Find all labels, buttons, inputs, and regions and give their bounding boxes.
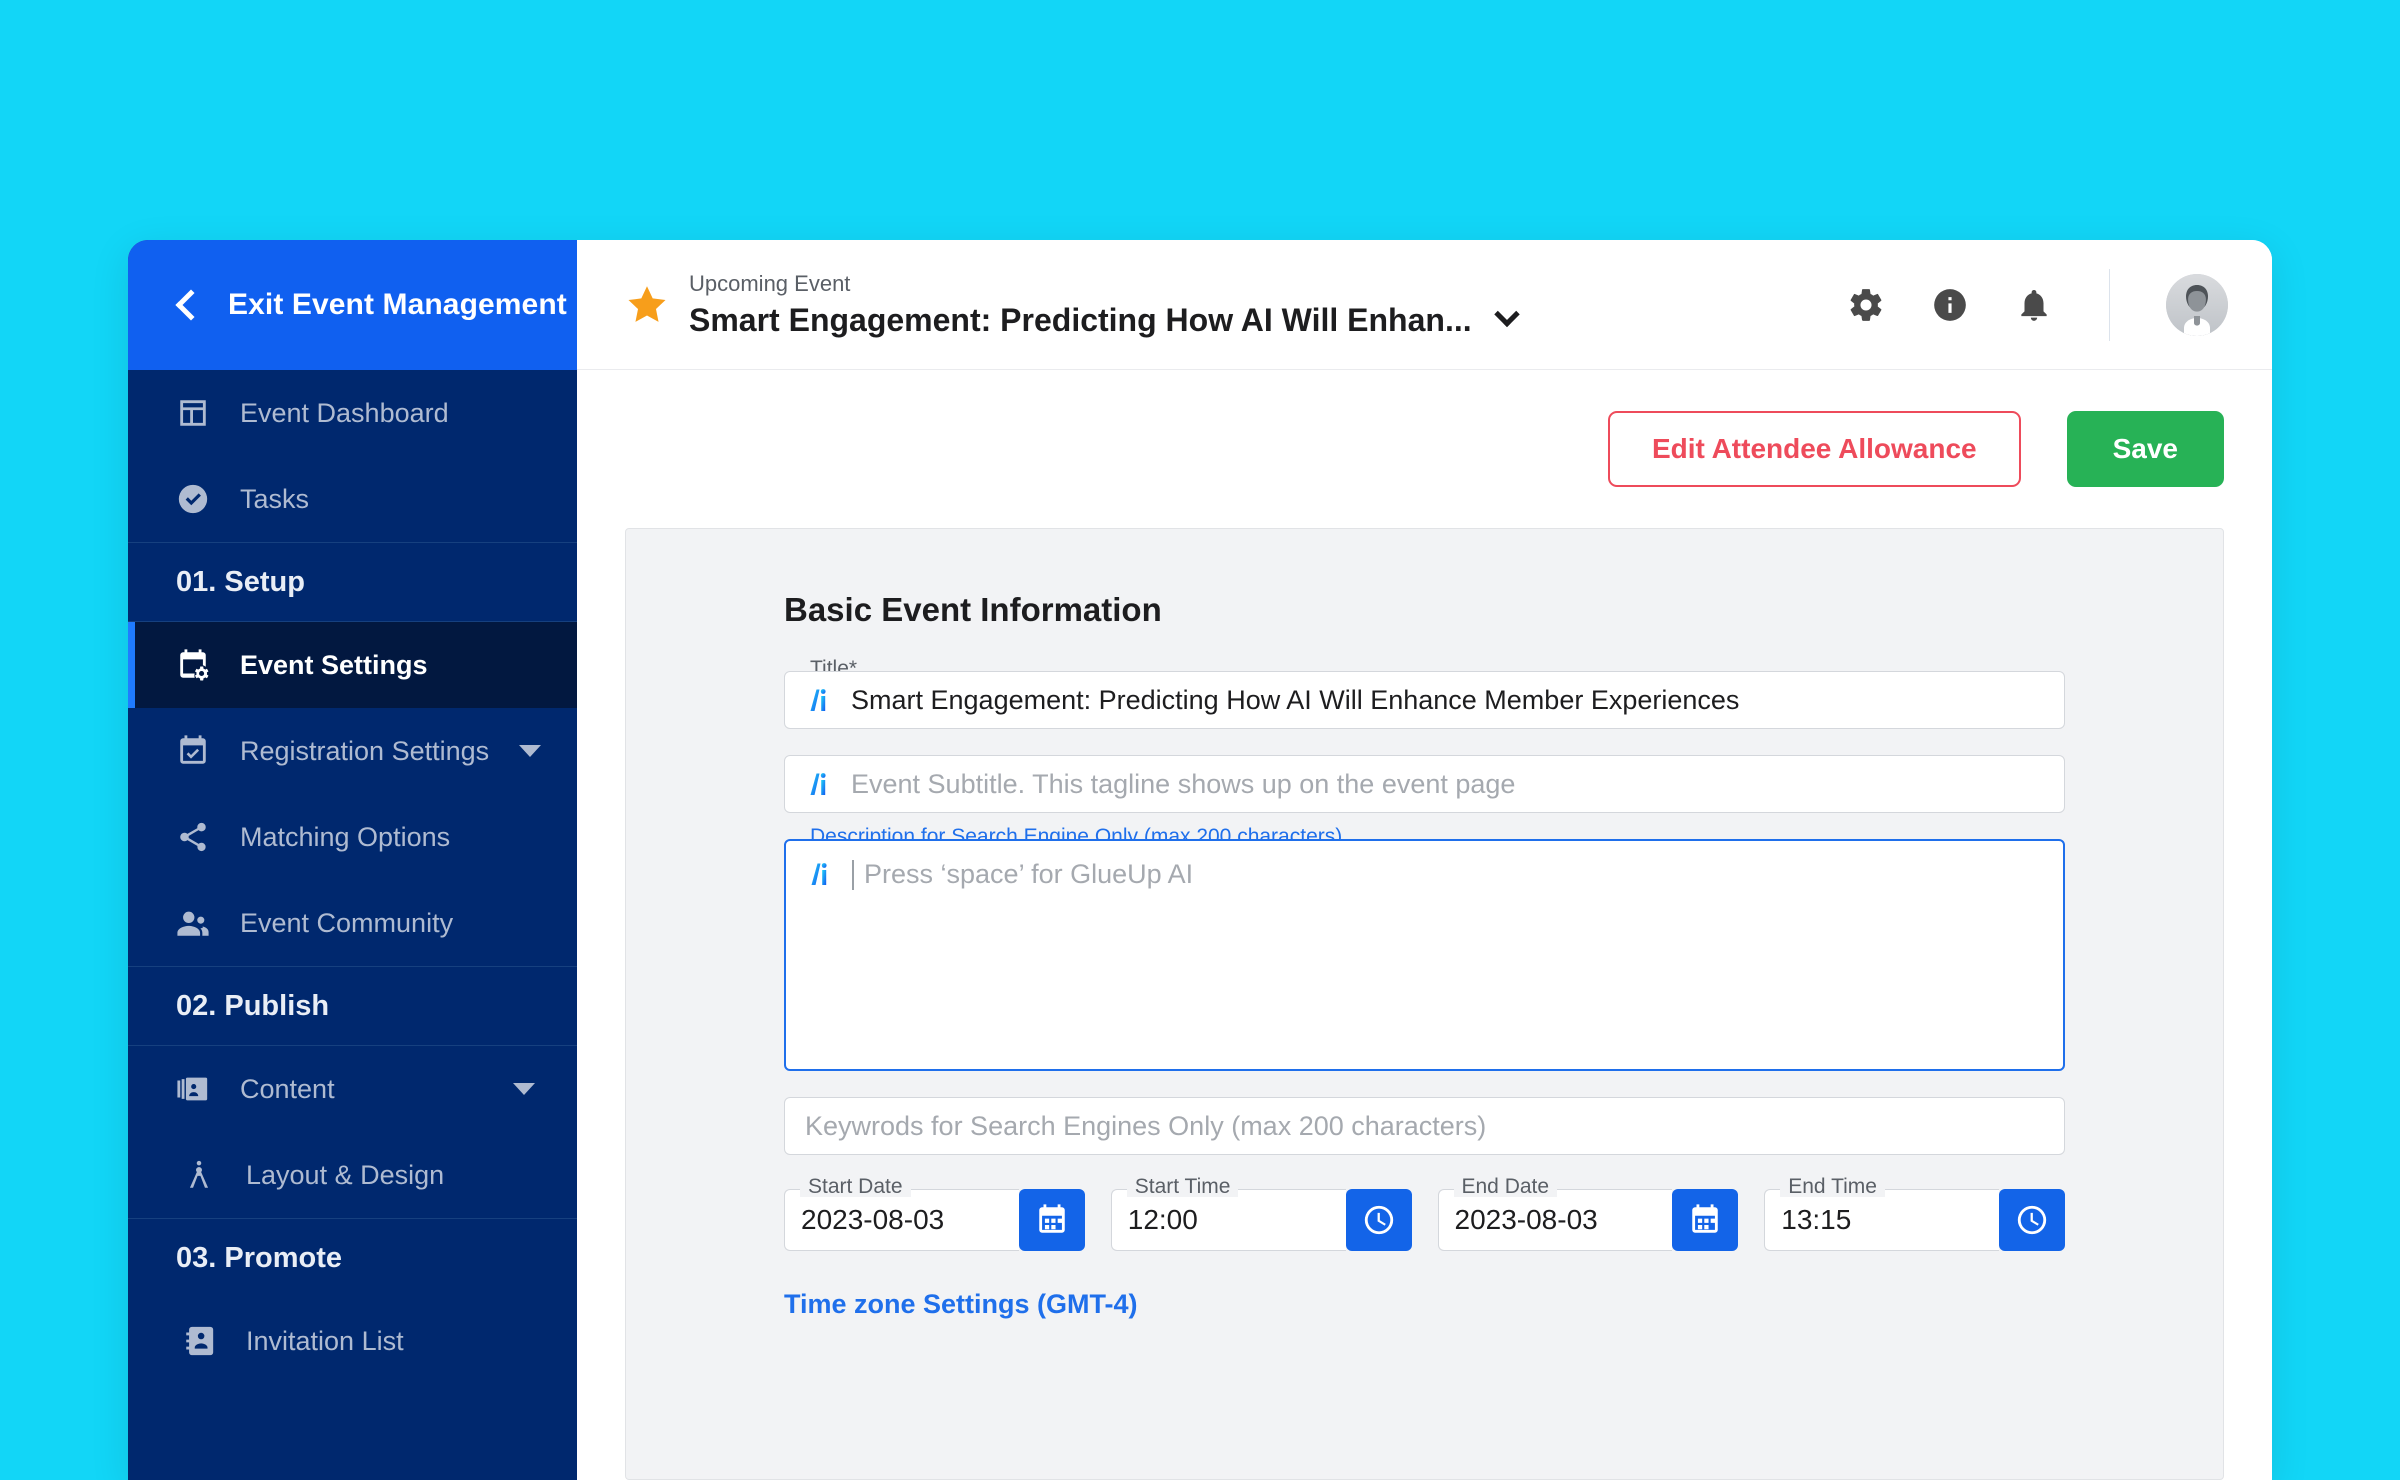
topbar: Upcoming Event Smart Engagement: Predict… xyxy=(577,240,2272,370)
chevron-down-icon[interactable] xyxy=(1493,301,1520,328)
content-cards-icon xyxy=(176,1072,210,1106)
end-time-legend: End Time xyxy=(1780,1176,1885,1197)
start-time-input[interactable]: 12:00 xyxy=(1110,1189,1346,1251)
chevron-left-icon xyxy=(175,289,207,321)
divider xyxy=(2109,268,2110,341)
end-date-input[interactable]: 2023-08-03 xyxy=(1437,1189,1673,1251)
sidebar-item-label: Event Settings xyxy=(240,649,428,680)
gear-icon[interactable] xyxy=(1847,286,1885,324)
subtitle-input[interactable]: Event Subtitle. This tagline shows up on… xyxy=(784,755,2065,813)
card-inner: Basic Event Information Title* Smart Eng… xyxy=(626,591,2223,1320)
description-textarea[interactable]: Press ‘space’ for GlueUp AI xyxy=(784,839,2065,1071)
compass-icon xyxy=(182,1158,216,1192)
star-icon[interactable] xyxy=(625,283,669,327)
chevron-down-icon[interactable] xyxy=(519,745,542,757)
title-row: Smart Engagement: Predicting How AI Will… xyxy=(689,301,1520,339)
sidebar-item-label: Event Community xyxy=(240,907,454,938)
clock-icon[interactable] xyxy=(1345,1189,1412,1251)
sidebar-nav: Event Dashboard Tasks 01. Setup Event Se… xyxy=(128,370,577,1384)
glueup-ai-icon xyxy=(805,685,835,715)
contact-book-icon xyxy=(182,1324,216,1358)
sidebar-item-label: Tasks xyxy=(240,483,310,514)
event-kicker: Upcoming Event xyxy=(689,270,851,296)
text-cursor xyxy=(852,860,854,890)
avatar[interactable] xyxy=(2166,273,2228,336)
sidebar-item-event-settings[interactable]: Event Settings xyxy=(128,622,577,708)
sidebar-item-label: Event Dashboard xyxy=(240,397,449,428)
sidebar-item-tasks[interactable]: Tasks xyxy=(128,456,577,542)
section-heading: Basic Event Information xyxy=(784,591,1162,628)
start-date-field: Start Date 2023-08-03 xyxy=(784,1176,1085,1251)
calendar-icon[interactable] xyxy=(1672,1189,1739,1251)
end-time-input[interactable]: 13:15 xyxy=(1764,1189,1999,1251)
sidebar-item-label: Content xyxy=(240,1073,335,1104)
calendar-gear-icon xyxy=(176,648,210,682)
keywords-input[interactable]: Keywrods for Search Engines Only (max 20… xyxy=(784,1097,2065,1155)
action-row: Edit Attendee Allowance Save xyxy=(577,370,2272,528)
sidebar-item-label: Invitation List xyxy=(246,1325,404,1356)
glueup-ai-icon xyxy=(806,859,836,889)
end-date-legend: End Date xyxy=(1453,1176,1558,1197)
bell-icon[interactable] xyxy=(2015,286,2053,324)
save-button[interactable]: Save xyxy=(2066,411,2224,487)
exit-event-management-label: Exit Event Management xyxy=(228,288,567,321)
sidebar-item-registration-settings[interactable]: Registration Settings xyxy=(128,708,577,794)
subtitle-field: Event Subtitle. This tagline shows up on… xyxy=(784,755,2065,813)
start-time-legend: Start Time xyxy=(1126,1176,1239,1197)
description-placeholder-row: Press ‘space’ for GlueUp AI xyxy=(806,859,2043,890)
keywords-input-placeholder: Keywrods for Search Engines Only (max 20… xyxy=(805,1110,1487,1141)
dashboard-icon xyxy=(176,396,210,430)
topbar-actions xyxy=(1847,268,2238,341)
description-field: Description for Search Engine Only (max … xyxy=(784,826,2065,1071)
chevron-down-icon[interactable] xyxy=(513,1083,535,1095)
edit-attendee-allowance-button[interactable]: Edit Attendee Allowance xyxy=(1607,411,2021,487)
keywords-field: Keywrods for Search Engines Only (max 20… xyxy=(784,1097,2065,1155)
subtitle-input-placeholder: Event Subtitle. This tagline shows up on… xyxy=(851,768,1516,799)
sidebar-section-promote: 03. Promote xyxy=(128,1218,577,1298)
start-date-input[interactable]: 2023-08-03 xyxy=(784,1189,1019,1251)
sidebar-item-event-dashboard[interactable]: Event Dashboard xyxy=(128,370,577,456)
content-scroll-area: Basic Event Information Title* Smart Eng… xyxy=(577,528,2272,1480)
glueup-ai-icon xyxy=(805,769,835,799)
sidebar-item-content[interactable]: Content xyxy=(128,1046,577,1132)
end-time-field: End Time 13:15 xyxy=(1764,1176,2065,1251)
app-window: Exit Event Management Event Dashboard Ta… xyxy=(128,240,2272,1480)
description-placeholder: Press ‘space’ for GlueUp AI xyxy=(864,859,1194,889)
sidebar-item-label: Layout & Design xyxy=(246,1159,445,1190)
check-circle-icon xyxy=(176,482,210,516)
info-icon[interactable] xyxy=(1931,286,1969,324)
sidebar-item-label: Matching Options xyxy=(240,821,451,852)
title-input-value: Smart Engagement: Predicting How AI Will… xyxy=(851,684,1740,715)
clock-icon[interactable] xyxy=(1999,1189,2065,1251)
datetime-row: Start Date 2023-08-03 Start Time 12:00 E… xyxy=(784,1176,2065,1251)
sidebar-item-invitation-list[interactable]: Invitation List xyxy=(128,1298,577,1384)
sidebar-section-setup: 01. Setup xyxy=(128,542,577,622)
start-date-legend: Start Date xyxy=(800,1176,911,1197)
start-time-field: Start Time 12:00 xyxy=(1110,1176,1412,1251)
share-icon xyxy=(176,820,210,854)
sidebar-item-event-community[interactable]: Event Community xyxy=(128,880,577,966)
main-content: Upcoming Event Smart Engagement: Predict… xyxy=(577,240,2272,1480)
calendar-check-icon xyxy=(176,734,210,768)
title-input[interactable]: Smart Engagement: Predicting How AI Will… xyxy=(784,671,2065,729)
page-title: Smart Engagement: Predicting How AI Will… xyxy=(689,301,1472,338)
title-text: Upcoming Event Smart Engagement: Predict… xyxy=(689,270,1520,339)
title-field: Title* Smart Engagement: Predicting How … xyxy=(784,658,2065,729)
sidebar-item-layout-and-design[interactable]: Layout & Design xyxy=(128,1132,577,1218)
end-date-field: End Date 2023-08-03 xyxy=(1437,1176,1739,1251)
exit-event-management-button[interactable]: Exit Event Management xyxy=(128,240,577,370)
event-title-block: Upcoming Event Smart Engagement: Predict… xyxy=(577,270,1520,339)
sidebar: Exit Event Management Event Dashboard Ta… xyxy=(128,240,577,1480)
sidebar-item-label: Registration Settings xyxy=(240,735,490,766)
calendar-icon[interactable] xyxy=(1018,1189,1085,1251)
people-icon xyxy=(176,906,210,940)
sidebar-item-matching-options[interactable]: Matching Options xyxy=(128,794,577,880)
sidebar-section-publish: 02. Publish xyxy=(128,966,577,1046)
timezone-settings-link[interactable]: Time zone Settings (GMT-4) xyxy=(784,1289,1138,1320)
basic-event-information-card: Basic Event Information Title* Smart Eng… xyxy=(625,528,2224,1480)
